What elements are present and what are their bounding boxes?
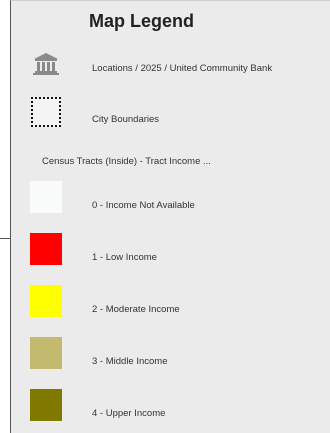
legend-class-label: 4 - Upper Income xyxy=(92,408,166,419)
legend-title: Map Legend xyxy=(89,11,195,31)
legend-item-label: Locations / 2025 / United Community Bank xyxy=(92,63,273,74)
legend-class-income-2: 2 - Moderate Income xyxy=(11,284,330,324)
legend-item-bank-locations: Locations / 2025 / United Community Bank xyxy=(11,47,330,87)
legend-class-income-1: 1 - Low Income xyxy=(11,232,330,272)
map-legend-panel: Map Legend Locations / 2025 / United Com… xyxy=(10,0,330,433)
legend-item-label: City Boundaries xyxy=(92,114,160,125)
legend-class-income-0: 0 - Income Not Available xyxy=(11,180,330,220)
census-tracts-heading: Census Tracts (Inside) - Tract Income ..… xyxy=(42,156,211,167)
legend-class-label: 3 - Middle Income xyxy=(92,356,168,367)
legend-item-city-boundaries: City Boundaries xyxy=(11,95,330,135)
legend-class-income-3: 3 - Middle Income xyxy=(11,336,330,376)
legend-class-label: 0 - Income Not Available xyxy=(92,200,195,211)
income-2-swatch xyxy=(30,285,62,317)
bank-building-icon xyxy=(28,47,64,81)
legend-class-label: 2 - Moderate Income xyxy=(92,304,180,315)
dotted-boundary-icon xyxy=(28,95,64,129)
legend-class-label: 1 - Low Income xyxy=(92,252,157,263)
income-4-swatch xyxy=(30,389,62,421)
income-1-swatch xyxy=(30,233,62,265)
legend-class-income-4: 4 - Upper Income xyxy=(11,388,330,428)
income-3-swatch xyxy=(30,337,62,369)
income-0-swatch xyxy=(30,181,62,213)
